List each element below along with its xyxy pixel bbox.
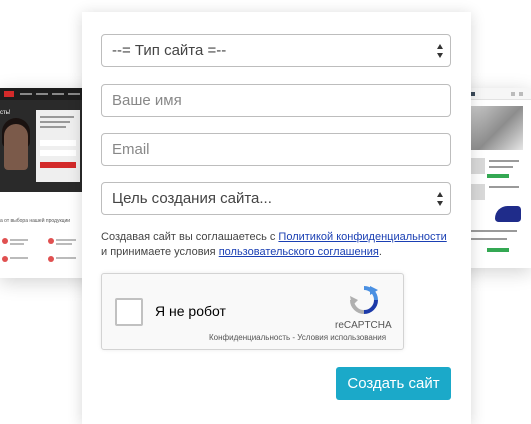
privacy-policy-link[interactable]: Политикой конфиденциальности: [278, 231, 446, 243]
recaptcha-links[interactable]: Конфиденциальность - Условия использован…: [209, 333, 386, 342]
name-input[interactable]: Ваше имя: [101, 84, 451, 117]
site-creation-form: --= Тип сайта =-- Ваше имя Email Цель со…: [82, 12, 471, 424]
site-type-select-value: --= Тип сайта =--: [112, 42, 227, 59]
site-purpose-select[interactable]: Цель создания сайта...: [101, 182, 451, 215]
recaptcha-widget: Я не робот reCAPTCHA Конфиденциальность …: [101, 273, 404, 350]
recaptcha-brand: reCAPTCHA: [335, 320, 392, 331]
site-type-select[interactable]: --= Тип сайта =--: [101, 34, 451, 67]
consent-text: Создавая сайт вы соглашаетесь с Политико…: [101, 231, 447, 258]
site-purpose-select-value: Цель создания сайта...: [112, 190, 272, 207]
select-arrows-icon: [437, 44, 444, 58]
name-input-placeholder: Ваше имя: [112, 92, 182, 109]
site-logo: [4, 91, 14, 97]
iron-product-image: [495, 206, 521, 222]
terms-link[interactable]: пользовательского соглашения: [219, 246, 379, 258]
phone-product-image: [467, 106, 523, 150]
email-input[interactable]: Email: [101, 133, 451, 166]
email-input-placeholder: Email: [112, 141, 150, 158]
hero-heading: сть!: [0, 110, 11, 116]
recaptcha-logo-icon: [350, 286, 378, 314]
recaptcha-label: Я не робот: [155, 303, 226, 319]
hero-form-panel: [36, 110, 80, 182]
select-arrows-icon: [437, 192, 444, 206]
section-caption: а от выбора нашей продукции: [0, 218, 71, 224]
recaptcha-checkbox[interactable]: [115, 298, 143, 326]
create-site-button[interactable]: Создать сайт: [336, 367, 451, 400]
